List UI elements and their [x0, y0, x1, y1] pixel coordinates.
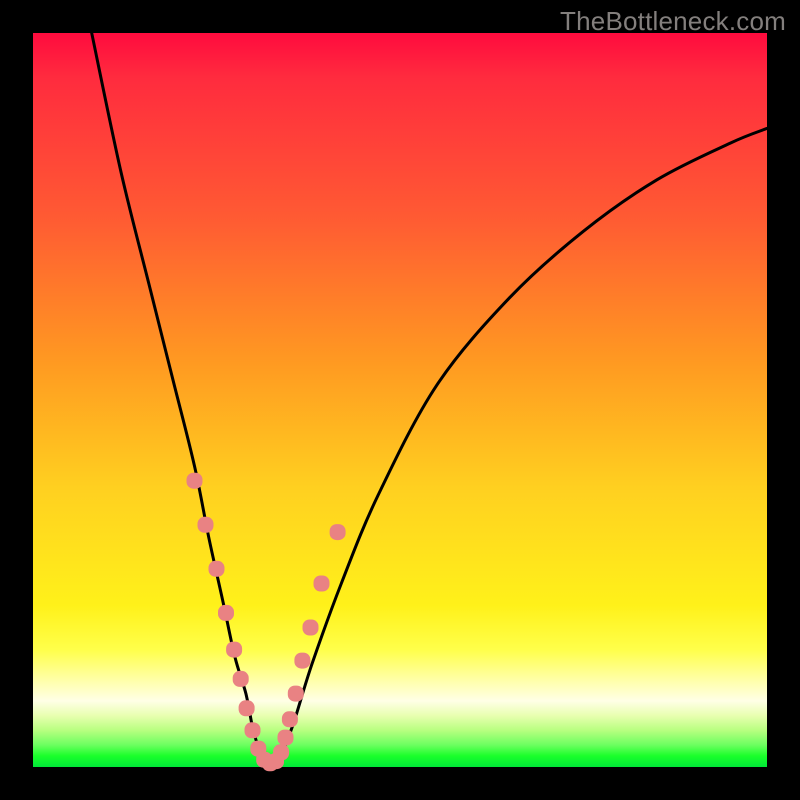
highlight-marker: [209, 561, 225, 577]
highlight-marker: [233, 671, 249, 687]
highlight-marker: [239, 700, 255, 716]
bottleneck-curve-path: [92, 33, 767, 769]
bottleneck-curve: [92, 33, 767, 769]
highlight-marker: [330, 524, 346, 540]
highlight-marker: [303, 620, 319, 636]
chart-svg: [33, 33, 767, 767]
highlight-marker: [314, 576, 330, 592]
chart-plot-area: [33, 33, 767, 767]
chart-frame: TheBottleneck.com: [0, 0, 800, 800]
highlight-marker: [282, 711, 298, 727]
highlight-markers: [187, 473, 346, 772]
highlight-marker: [226, 642, 242, 658]
highlight-marker: [273, 744, 289, 760]
highlight-marker: [245, 722, 261, 738]
highlight-marker: [218, 605, 234, 621]
highlight-marker: [187, 473, 203, 489]
highlight-marker: [288, 686, 304, 702]
highlight-marker: [198, 517, 214, 533]
highlight-marker: [278, 730, 294, 746]
highlight-marker: [294, 653, 310, 669]
